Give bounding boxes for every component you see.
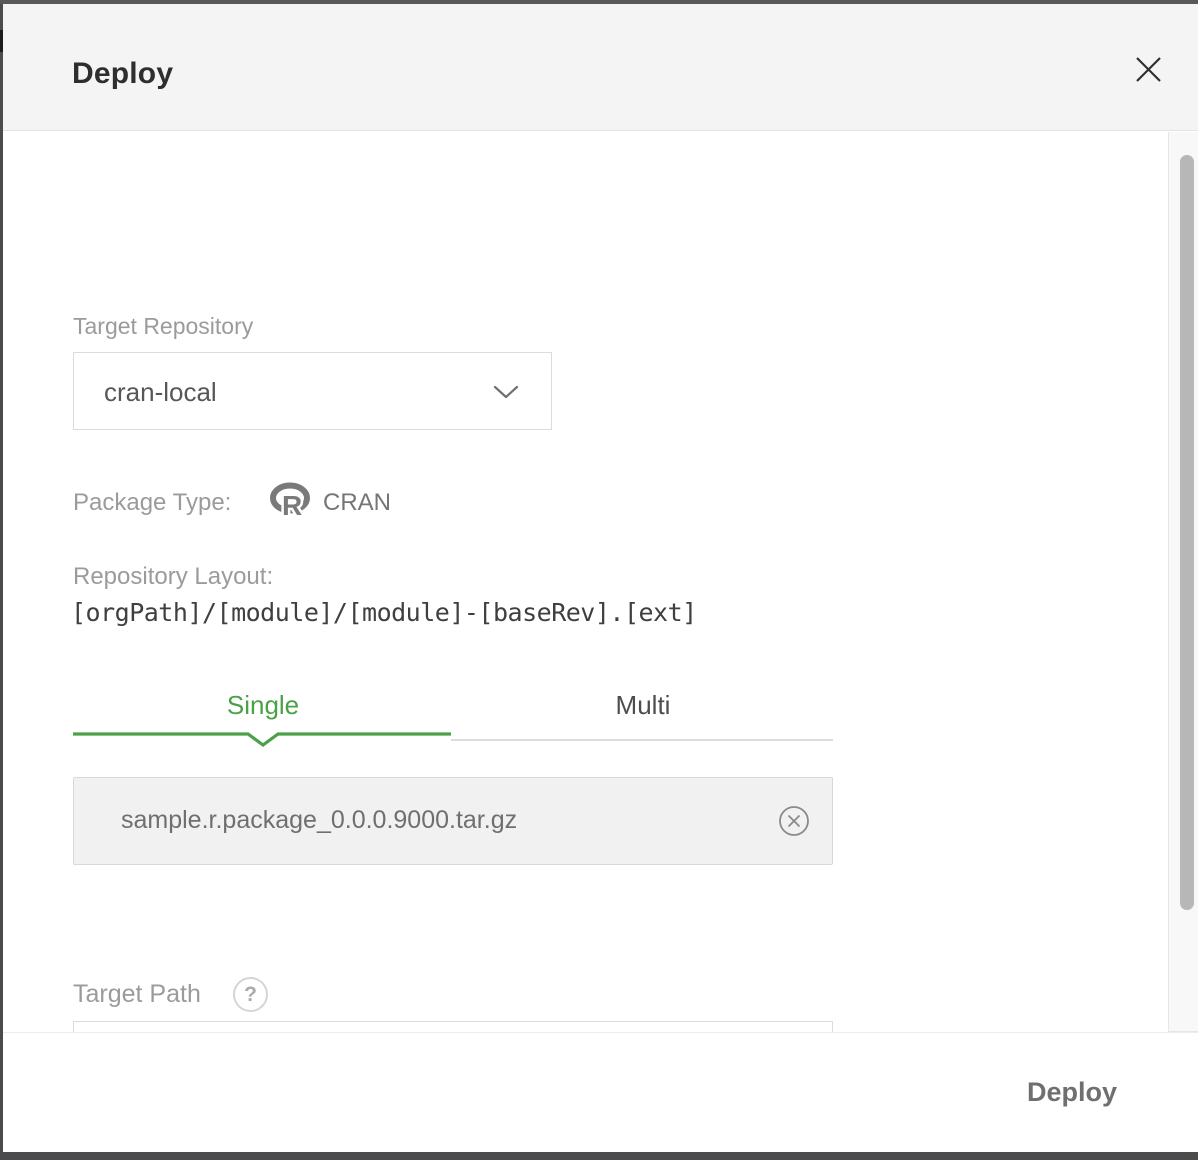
repository-layout-label: Repository Layout: [73, 563, 273, 591]
selected-file-chip: sample.r.package_0.0.0.9000.tar.gz [73, 777, 833, 865]
modal-header: Deploy [3, 4, 1198, 131]
modal-footer: Deploy [3, 1032, 1198, 1152]
modal-body: Target Repository cran-local Package Typ… [3, 132, 1168, 1032]
scrollbar-thumb[interactable] [1180, 155, 1194, 910]
svg-text:R: R [282, 490, 302, 520]
active-tab-underline-with-notch [73, 732, 451, 748]
question-circle-icon[interactable]: ? [233, 977, 268, 1012]
circle-x-icon [778, 805, 810, 837]
target-path-label: Target Path [73, 980, 201, 1009]
close-button[interactable] [1131, 52, 1165, 86]
package-type-label: Package Type: [73, 489, 231, 517]
scrollbar-track[interactable] [1168, 132, 1198, 1032]
modal-title: Deploy [72, 57, 173, 91]
page-edge-bottom [0, 1152, 1198, 1160]
close-x-icon [1135, 56, 1162, 83]
inactive-tab-underline [451, 739, 833, 741]
repository-layout-value: [orgPath]/[module]/[module]-[baseRev].[e… [71, 598, 697, 627]
deploy-dialog-screen: Deploy Target Repository cran-local Pack… [0, 0, 1198, 1160]
deploy-button[interactable]: Deploy [1027, 1077, 1117, 1108]
target-repository-label: Target Repository [73, 313, 253, 340]
remove-file-button[interactable] [778, 805, 810, 837]
chevron-down-icon [493, 385, 519, 404]
tab-single[interactable]: Single [73, 690, 453, 721]
package-type-value: CRAN [323, 489, 391, 517]
selected-file-name: sample.r.package_0.0.0.9000.tar.gz [121, 806, 517, 835]
target-repository-select[interactable]: cran-local [73, 352, 552, 430]
target-repository-value: cran-local [104, 377, 217, 408]
tab-multi[interactable]: Multi [453, 690, 833, 721]
r-language-logo-icon: R [269, 482, 315, 525]
